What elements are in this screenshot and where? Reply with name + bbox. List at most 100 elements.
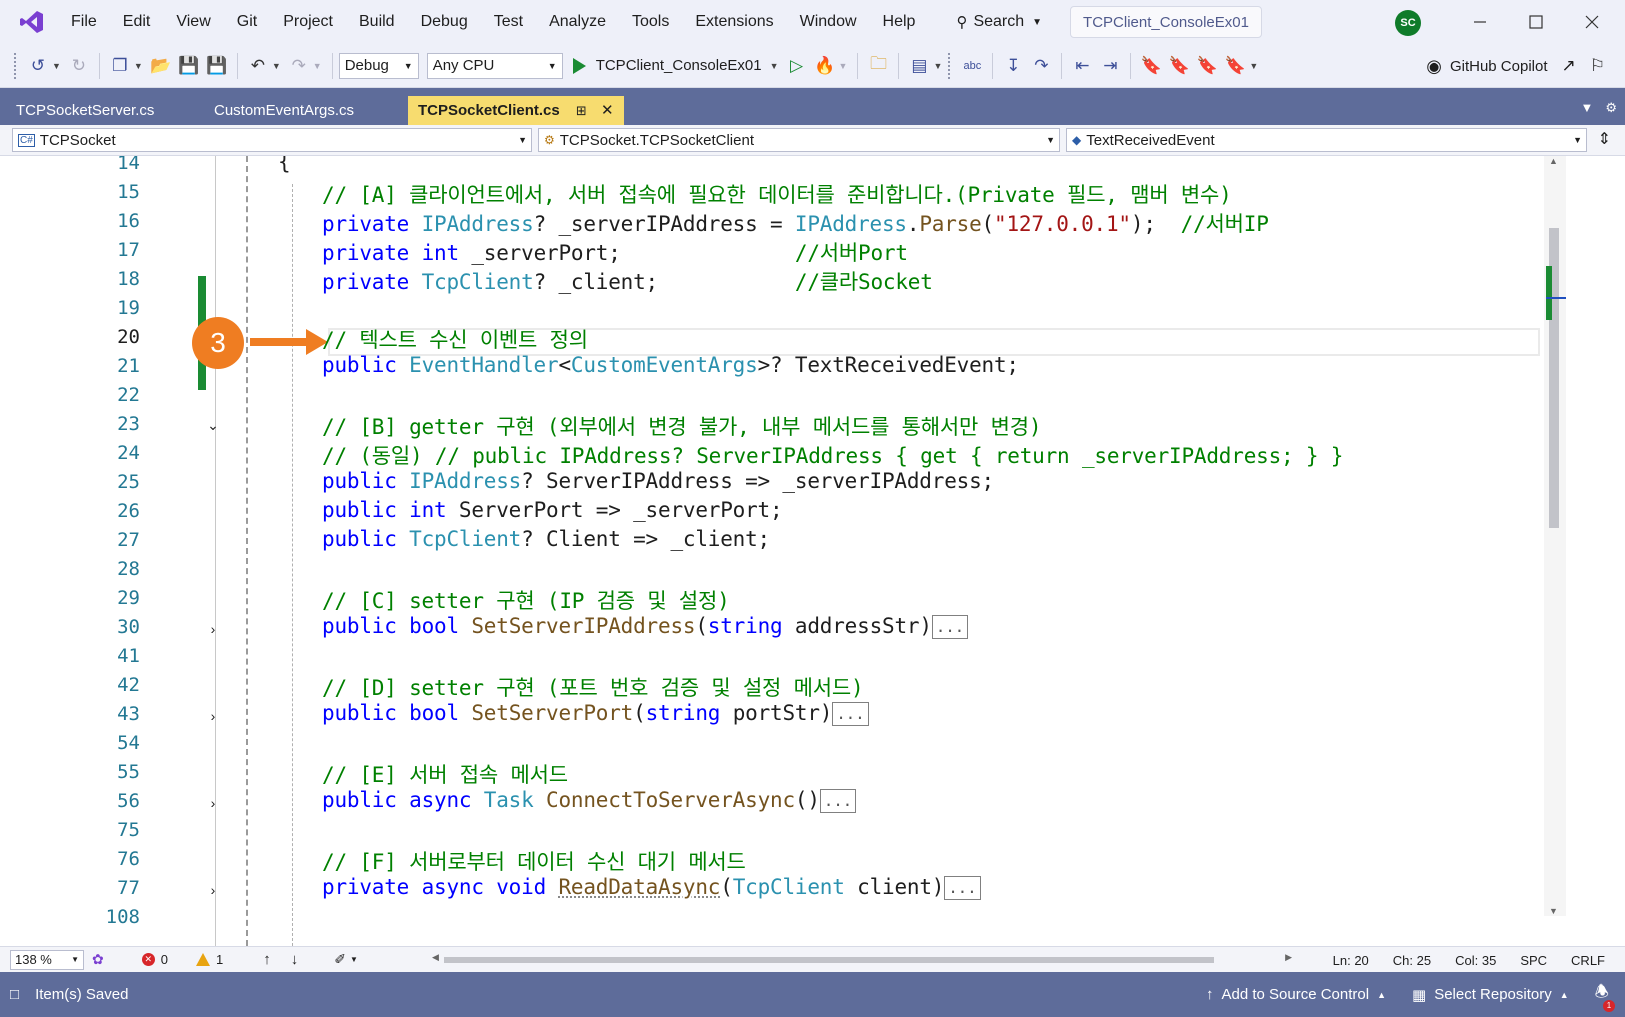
menu-help[interactable]: Help: [870, 7, 929, 37]
solution-explorer-icon[interactable]: 🗀: [864, 52, 892, 80]
chevron-down-icon[interactable]: ▼: [134, 61, 143, 71]
member-select[interactable]: ◆ TextReceivedEvent ▼: [1066, 128, 1587, 152]
avatar[interactable]: SC: [1395, 10, 1421, 36]
menu-debug[interactable]: Debug: [408, 7, 481, 37]
notifications-button[interactable]: 🕭 1: [1595, 981, 1615, 1012]
collapsed-region-button[interactable]: ...: [944, 876, 981, 900]
error-count[interactable]: ✕ 0: [141, 952, 168, 967]
menu-edit[interactable]: Edit: [110, 7, 164, 37]
tab-tcpsocketserver[interactable]: TCPSocketServer.cs: [6, 96, 204, 125]
add-to-source-control-button[interactable]: ↑ Add to Source Control ▲: [1206, 986, 1386, 1003]
expand-region-icon[interactable]: ›: [206, 796, 220, 810]
tab-tcpsocketclient[interactable]: TCPSocketClient.cs ⊞ ✕: [408, 96, 624, 125]
minimize-button[interactable]: [1460, 6, 1500, 38]
type-select[interactable]: ⚙ TCPSocket.TCPSocketClient ▼: [538, 128, 1060, 152]
configuration-select[interactable]: Debug ▼: [338, 52, 419, 79]
warning-count[interactable]: 1: [195, 952, 223, 967]
char-indicator[interactable]: Ch: 25: [1393, 953, 1431, 968]
browse-icon[interactable]: ▤: [905, 52, 933, 80]
chevron-down-icon[interactable]: ▼: [313, 61, 322, 71]
chevron-down-icon[interactable]: ▼: [52, 61, 61, 71]
menu-build[interactable]: Build: [346, 7, 408, 37]
tab-list-chevron-icon[interactable]: ▼: [1580, 100, 1593, 116]
previous-issue-icon[interactable]: ↑: [263, 951, 271, 968]
platform-select[interactable]: Any CPU ▼: [426, 52, 563, 79]
save-icon[interactable]: 💾: [175, 52, 203, 80]
expand-region-icon[interactable]: ›: [206, 883, 220, 897]
menu-project[interactable]: Project: [270, 7, 346, 37]
code-editor[interactable]: 14 15 16 17 18 19 20 21 22 23 24 25 26 2…: [10, 156, 1590, 946]
collapsed-region-button[interactable]: ...: [819, 789, 857, 813]
code-cleanup-icon[interactable]: ✿: [92, 951, 104, 968]
spell-check-icon[interactable]: abc: [958, 52, 986, 80]
chevron-down-icon[interactable]: ▼: [272, 61, 281, 71]
menu-analyze[interactable]: Analyze: [536, 7, 619, 37]
start-without-debugging-icon[interactable]: ▷: [783, 52, 811, 80]
previous-bookmark-icon[interactable]: 🔖: [1165, 52, 1193, 80]
menu-file[interactable]: File: [58, 7, 110, 37]
col-indicator[interactable]: Col: 35: [1455, 953, 1496, 968]
save-all-icon[interactable]: 💾: [203, 52, 231, 80]
clear-bookmarks-icon[interactable]: 🔖: [1221, 52, 1249, 80]
brush-icon[interactable]: ✐: [334, 951, 346, 968]
close-window-button[interactable]: [1572, 6, 1612, 38]
chevron-down-icon[interactable]: ▼: [350, 955, 358, 964]
output-window-icon[interactable]: □: [10, 986, 19, 1003]
scroll-down-icon[interactable]: ▼: [1549, 906, 1558, 916]
horizontal-scrollbar[interactable]: ◀ ▶: [432, 952, 1292, 966]
maximize-button[interactable]: [1516, 6, 1556, 38]
new-project-icon[interactable]: ❐: [106, 52, 134, 80]
step-into-icon[interactable]: ↧: [999, 52, 1027, 80]
menu-test[interactable]: Test: [481, 7, 536, 37]
expand-region-icon[interactable]: ›: [206, 709, 220, 723]
select-repository-button[interactable]: ▦ Select Repository ▲: [1412, 986, 1569, 1004]
next-bookmark-icon[interactable]: 🔖: [1193, 52, 1221, 80]
navigate-back-icon[interactable]: ↺: [24, 52, 52, 80]
feedback-icon[interactable]: ⚐: [1590, 56, 1605, 76]
split-editor-icon[interactable]: ⇕: [1598, 129, 1611, 149]
redo-icon[interactable]: ↷: [285, 52, 313, 80]
tab-customeventargs[interactable]: CustomEventArgs.cs: [204, 96, 408, 125]
toolbar-grip[interactable]: [14, 52, 18, 79]
outdent-icon[interactable]: ⇤: [1068, 52, 1096, 80]
undo-icon[interactable]: ↶: [244, 52, 272, 80]
zoom-select[interactable]: 138 % ▼: [10, 949, 84, 970]
scroll-right-icon[interactable]: ▶: [1285, 952, 1292, 963]
vertical-scrollbar[interactable]: ▲ ▼: [1544, 156, 1566, 916]
menu-view[interactable]: View: [163, 7, 223, 37]
line-ending-indicator[interactable]: CRLF: [1571, 953, 1605, 968]
search-button[interactable]: ⚲ Search ▼: [946, 7, 1052, 37]
toolbar-grip[interactable]: [948, 52, 952, 79]
expand-region-icon[interactable]: ›: [206, 622, 220, 636]
horizontal-scrollbar-thumb[interactable]: [444, 957, 1214, 963]
collapsed-region-button[interactable]: ...: [931, 615, 969, 639]
whitespace-indicator[interactable]: SPC: [1520, 953, 1547, 968]
navigate-forward-icon[interactable]: ↻: [65, 52, 93, 80]
chevron-down-icon[interactable]: ▼: [770, 61, 779, 71]
start-debugging-button[interactable]: TCPClient_ConsoleEx01 ▼: [572, 57, 783, 74]
bookmark-icon[interactable]: 🔖: [1137, 52, 1165, 80]
scroll-up-icon[interactable]: ▲: [1549, 156, 1558, 166]
open-folder-icon[interactable]: 📂: [147, 52, 175, 80]
line-indicator[interactable]: Ln: 20: [1333, 953, 1369, 968]
chevron-down-icon[interactable]: ▼: [839, 61, 848, 71]
share-icon[interactable]: ↗: [1562, 56, 1576, 76]
menu-window[interactable]: Window: [787, 7, 870, 37]
collapsed-region-button[interactable]: ...: [832, 702, 869, 726]
next-issue-icon[interactable]: ↓: [291, 951, 299, 968]
close-icon[interactable]: ✕: [601, 102, 614, 119]
gear-icon[interactable]: ⚙: [1605, 100, 1617, 116]
collapse-region-icon[interactable]: ⌄: [206, 418, 220, 432]
project-select[interactable]: C# TCPSocket ▼: [12, 128, 532, 152]
menu-tools[interactable]: Tools: [619, 7, 682, 37]
pin-icon[interactable]: ⊞: [576, 103, 587, 118]
indent-icon[interactable]: ⇥: [1096, 52, 1124, 80]
menu-extensions[interactable]: Extensions: [682, 7, 786, 37]
chevron-down-icon[interactable]: ▼: [933, 61, 942, 71]
toolbar-overflow-icon[interactable]: ▼: [1249, 61, 1258, 71]
hot-reload-icon[interactable]: 🔥: [811, 52, 839, 80]
github-copilot-button[interactable]: ◉ GitHub Copilot ↗ ⚐: [1426, 44, 1605, 88]
menu-git[interactable]: Git: [224, 7, 270, 37]
visual-studio-logo-icon[interactable]: [12, 0, 52, 44]
step-over-icon[interactable]: ↷: [1027, 52, 1055, 80]
